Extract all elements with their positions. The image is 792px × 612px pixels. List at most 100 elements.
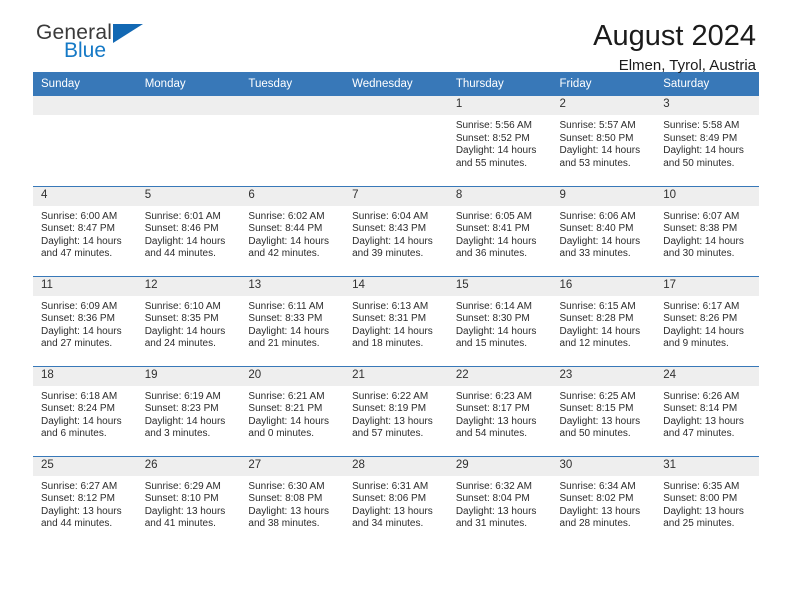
day-details: Sunrise: 6:32 AM Sunset: 8:04 PM Daylight:…	[448, 476, 552, 531]
calendar-day-cell[interactable]: 29 Sunrise: 6:32 AM Sunset: 8:04 PM Dayligh…	[447, 455, 552, 546]
day-details: Sunrise: 6:19 AM Sunset: 8:23 PM Daylight:…	[137, 386, 241, 441]
calendar-day-cell[interactable]: 24 Sunrise: 6:26 AM Sunset: 8:14 PM Dayligh…	[655, 365, 759, 456]
day-number: 12	[136, 276, 241, 296]
calendar-page: General Blue August 2024 Elmen, Tyrol, A…	[0, 0, 792, 612]
daylight-duration-line1: Daylight: 14 hours	[248, 325, 330, 337]
calendar-day-cell[interactable]: 4 Sunrise: 6:00 AM Sunset: 8:47 PM Daylight…	[33, 185, 137, 276]
calendar-day-cell[interactable]: 11 Sunrise: 6:09 AM Sunset: 8:36 PM Dayligh…	[33, 275, 137, 366]
day-cell-inner: 18 Sunrise: 6:18 AM Sunset: 8:24 PM Dayligh…	[33, 366, 137, 456]
day-number: 17	[655, 276, 759, 296]
sunrise-time: Sunrise: 5:57 AM	[559, 120, 636, 131]
sunset-time: Sunset: 8:14 PM	[663, 403, 738, 415]
calendar-day-cell[interactable]: 28 Sunrise: 6:31 AM Sunset: 8:06 PM Dayligh…	[344, 455, 448, 546]
calendar-day-cell[interactable]: 17 Sunrise: 6:17 AM Sunset: 8:26 PM Dayligh…	[655, 275, 759, 366]
day-number: 24	[655, 366, 759, 386]
day-cell-inner: 9 Sunrise: 6:06 AM Sunset: 8:40 PM Daylight…	[551, 186, 656, 276]
weekday-header-monday: Monday	[136, 72, 241, 96]
calendar-day-cell[interactable]: 20 Sunrise: 6:21 AM Sunset: 8:21 PM Dayligh…	[240, 365, 345, 456]
sunset-time: Sunset: 8:35 PM	[144, 313, 219, 325]
weekday-header-sunday: Sunday	[33, 72, 137, 96]
calendar-day-cell[interactable]: 31 Sunrise: 6:35 AM Sunset: 8:00 PM Dayligh…	[655, 455, 759, 547]
calendar-day-cell[interactable]: 6 Sunrise: 6:02 AM Sunset: 8:44 PM Daylight…	[240, 185, 345, 276]
calendar-day-cell[interactable]: 2 Sunrise: 5:57 AM Sunset: 8:50 PM Daylight…	[551, 96, 656, 186]
day-number: 6	[240, 186, 345, 206]
calendar-day-cell[interactable]: 7 Sunrise: 6:04 AM Sunset: 8:43 PM Daylight…	[344, 185, 448, 276]
sunrise-time: Sunrise: 6:15 AM	[559, 300, 636, 312]
sunrise-time: Sunrise: 5:58 AM	[663, 120, 740, 131]
day-number: 1	[447, 96, 552, 115]
daylight-duration-line2: and 50 minutes.	[663, 157, 735, 169]
sunset-time: Sunset: 8:10 PM	[144, 493, 219, 505]
day-cell-inner: 4 Sunrise: 6:00 AM Sunset: 8:47 PM Daylight…	[33, 186, 137, 276]
day-number: 10	[655, 186, 759, 206]
day-cell-inner	[33, 96, 137, 186]
day-number: 3	[655, 96, 759, 115]
day-cell-inner: 7 Sunrise: 6:04 AM Sunset: 8:43 PM Daylight…	[344, 186, 448, 276]
daylight-duration-line1: Daylight: 14 hours	[41, 235, 122, 247]
day-details: Sunrise: 6:23 AM Sunset: 8:17 PM Daylight:…	[448, 386, 552, 441]
calendar-day-cell[interactable]: 12 Sunrise: 6:10 AM Sunset: 8:35 PM Dayligh…	[136, 275, 241, 366]
daylight-duration-line1: Daylight: 14 hours	[455, 235, 537, 247]
daylight-duration-line2: and 9 minutes.	[663, 338, 729, 350]
sunrise-time: Sunrise: 6:26 AM	[663, 390, 740, 402]
calendar-day-cell[interactable]: 18 Sunrise: 6:18 AM Sunset: 8:24 PM Dayligh…	[33, 365, 137, 456]
day-number	[136, 96, 241, 115]
sunset-time: Sunset: 8:21 PM	[248, 403, 323, 415]
day-number: 2	[551, 96, 656, 115]
calendar-day-cell[interactable]: 14 Sunrise: 6:13 AM Sunset: 8:31 PM Dayligh…	[344, 275, 448, 366]
calendar-day-cell[interactable]: 1 Sunrise: 5:56 AM Sunset: 8:52 PM Daylight…	[447, 96, 552, 186]
calendar-day-cell-empty	[33, 96, 137, 186]
sunrise-time: Sunrise: 6:27 AM	[41, 480, 118, 492]
calendar-day-cell[interactable]: 8 Sunrise: 6:05 AM Sunset: 8:41 PM Daylight…	[447, 185, 552, 276]
day-cell-inner: 6 Sunrise: 6:02 AM Sunset: 8:44 PM Daylight…	[240, 186, 345, 276]
daylight-duration-line2: and 12 minutes.	[559, 338, 631, 350]
day-details: Sunrise: 5:58 AM Sunset: 8:49 PM Daylight:…	[655, 115, 759, 170]
calendar-day-cell[interactable]: 21 Sunrise: 6:22 AM Sunset: 8:19 PM Dayligh…	[344, 365, 448, 456]
calendar-day-cell[interactable]: 5 Sunrise: 6:01 AM Sunset: 8:46 PM Daylight…	[136, 185, 241, 276]
sunset-time: Sunset: 8:46 PM	[144, 223, 219, 235]
day-number: 9	[551, 186, 656, 206]
day-cell-inner: 10 Sunrise: 6:07 AM Sunset: 8:38 PM Dayligh…	[655, 186, 759, 276]
daylight-duration-line2: and 38 minutes.	[248, 518, 320, 530]
calendar-day-cell[interactable]: 22 Sunrise: 6:23 AM Sunset: 8:17 PM Dayligh…	[447, 365, 552, 456]
calendar-day-cell[interactable]: 19 Sunrise: 6:19 AM Sunset: 8:23 PM Dayligh…	[136, 365, 241, 456]
sunset-time: Sunset: 8:50 PM	[559, 132, 634, 144]
calendar-day-cell[interactable]: 9 Sunrise: 6:06 AM Sunset: 8:40 PM Daylight…	[551, 185, 656, 276]
day-cell-inner: 17 Sunrise: 6:17 AM Sunset: 8:26 PM Dayligh…	[655, 276, 759, 366]
calendar-day-cell[interactable]: 16 Sunrise: 6:15 AM Sunset: 8:28 PM Dayligh…	[551, 275, 656, 366]
calendar-day-cell[interactable]: 26 Sunrise: 6:29 AM Sunset: 8:10 PM Dayligh…	[136, 455, 241, 546]
day-cell-inner: 31 Sunrise: 6:35 AM Sunset: 8:00 PM Dayligh…	[655, 456, 759, 547]
weekday-header-wednesday: Wednesday	[344, 72, 448, 96]
day-number: 30	[551, 456, 656, 476]
calendar-day-cell[interactable]: 23 Sunrise: 6:25 AM Sunset: 8:15 PM Dayligh…	[551, 365, 656, 456]
calendar-day-cell[interactable]: 10 Sunrise: 6:07 AM Sunset: 8:38 PM Dayligh…	[655, 185, 759, 276]
day-number: 8	[447, 186, 552, 206]
calendar-week-row: 11 Sunrise: 6:09 AM Sunset: 8:36 PM Dayligh…	[33, 275, 759, 366]
day-cell-inner: 21 Sunrise: 6:22 AM Sunset: 8:19 PM Dayligh…	[344, 366, 448, 456]
sunset-time: Sunset: 8:31 PM	[352, 313, 427, 325]
calendar-day-cell[interactable]: 25 Sunrise: 6:27 AM Sunset: 8:12 PM Dayligh…	[33, 455, 137, 546]
day-details: Sunrise: 6:15 AM Sunset: 8:28 PM Daylight:…	[552, 296, 656, 351]
daylight-duration-line2: and 25 minutes.	[663, 518, 735, 530]
sunrise-time: Sunrise: 6:04 AM	[352, 210, 429, 222]
day-number: 5	[136, 186, 241, 206]
general-blue-logo[interactable]: General Blue	[36, 22, 236, 62]
day-number: 11	[33, 276, 137, 296]
day-number: 29	[447, 456, 552, 476]
daylight-duration-line1: Daylight: 14 hours	[41, 325, 122, 337]
daylight-duration-line2: and 44 minutes.	[41, 518, 113, 530]
calendar-day-cell[interactable]: 15 Sunrise: 6:14 AM Sunset: 8:30 PM Dayligh…	[447, 275, 552, 366]
calendar-day-cell[interactable]: 27 Sunrise: 6:30 AM Sunset: 8:08 PM Dayligh…	[240, 455, 345, 546]
sunset-time: Sunset: 8:23 PM	[144, 403, 219, 415]
calendar-day-cell[interactable]: 30 Sunrise: 6:34 AM Sunset: 8:02 PM Dayligh…	[551, 455, 656, 546]
page-subtitle-location: Elmen, Tyrol, Austria	[618, 57, 756, 75]
day-number: 20	[240, 366, 345, 386]
daylight-duration-line2: and 15 minutes.	[455, 338, 527, 350]
sunset-time: Sunset: 8:28 PM	[559, 313, 634, 325]
daylight-duration-line2: and 28 minutes.	[559, 518, 631, 530]
sunrise-time: Sunrise: 6:05 AM	[455, 210, 532, 222]
calendar-day-cell[interactable]: 13 Sunrise: 6:11 AM Sunset: 8:33 PM Dayligh…	[240, 275, 345, 366]
calendar-day-cell[interactable]: 3 Sunrise: 5:58 AM Sunset: 8:49 PM Daylight…	[655, 96, 759, 186]
sunset-time: Sunset: 8:44 PM	[248, 223, 323, 235]
daylight-duration-line1: Daylight: 13 hours	[352, 505, 433, 517]
